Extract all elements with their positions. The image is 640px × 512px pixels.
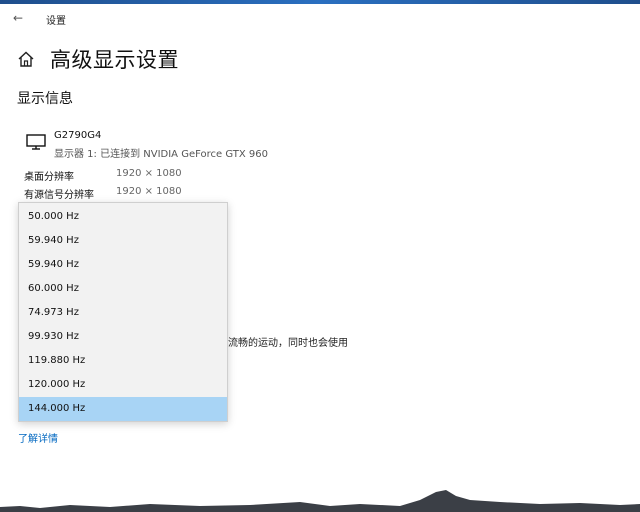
refresh-rate-dropdown[interactable]: 50.000 Hz 59.940 Hz 59.940 Hz 60.000 Hz … xyxy=(18,202,228,422)
refresh-option-99930[interactable]: 99.930 Hz xyxy=(19,325,227,349)
refresh-option-74973[interactable]: 74.973 Hz xyxy=(19,301,227,325)
desktop-resolution-label: 桌面分辨率 xyxy=(24,172,74,183)
back-button[interactable]: ← xyxy=(8,10,28,26)
desktop-wallpaper-strip xyxy=(0,488,640,512)
refresh-option-50[interactable]: 50.000 Hz xyxy=(19,205,227,229)
home-icon[interactable] xyxy=(17,50,35,68)
page-title: 高级显示设置 xyxy=(50,48,179,72)
monitor-name: G2790G4 xyxy=(54,130,102,141)
refresh-option-119880[interactable]: 119.880 Hz xyxy=(19,349,227,373)
wallpaper-silhouette xyxy=(0,488,640,512)
section-title: 显示信息 xyxy=(17,91,73,107)
desktop-resolution-value: 1920 × 1080 xyxy=(116,168,182,179)
refresh-option-59940-a[interactable]: 59.940 Hz xyxy=(19,229,227,253)
learn-more-link[interactable]: 了解详情 xyxy=(18,430,58,445)
refresh-option-120[interactable]: 120.000 Hz xyxy=(19,373,227,397)
title-bar: ← 设置 xyxy=(0,4,640,32)
active-signal-resolution-value: 1920 × 1080 xyxy=(116,186,182,197)
refresh-rate-description: 流畅的运动，同时也会使用 xyxy=(228,338,348,349)
monitor-icon xyxy=(26,134,46,150)
active-signal-resolution-label: 有源信号分辨率 xyxy=(24,190,94,201)
arrow-left-icon: ← xyxy=(12,11,24,25)
refresh-option-144-selected[interactable]: 144.000 Hz xyxy=(19,397,227,421)
monitor-description: 显示器 1: 已连接到 NVIDIA GeForce GTX 960 xyxy=(54,149,268,160)
app-title: 设置 xyxy=(46,16,66,27)
refresh-option-59940-b[interactable]: 59.940 Hz xyxy=(19,253,227,277)
refresh-option-60[interactable]: 60.000 Hz xyxy=(19,277,227,301)
